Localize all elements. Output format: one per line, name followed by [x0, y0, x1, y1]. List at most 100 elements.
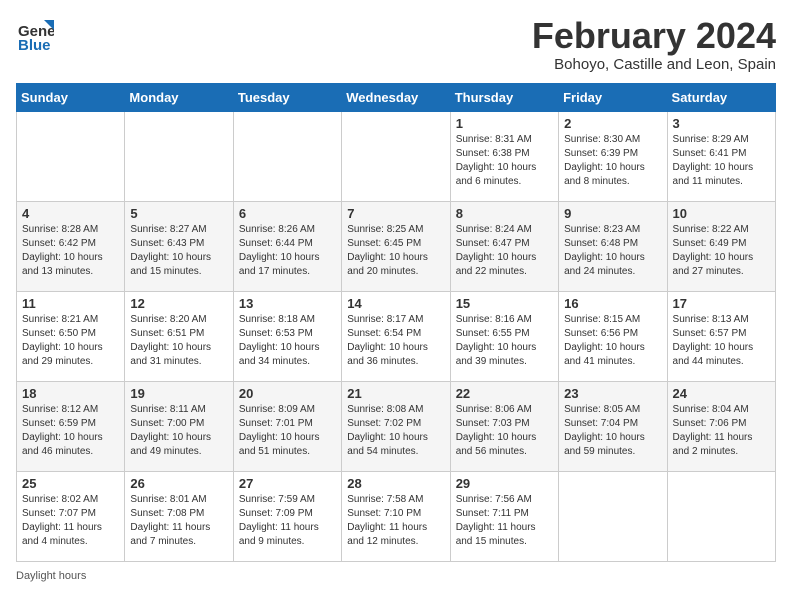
- day-number: 20: [239, 386, 336, 401]
- day-info: Sunrise: 7:59 AM Sunset: 7:09 PM Dayligh…: [239, 493, 336, 549]
- day-number: 11: [22, 296, 119, 311]
- calendar-week-row: 11Sunrise: 8:21 AM Sunset: 6:50 PM Dayli…: [17, 291, 776, 381]
- day-number: 26: [130, 476, 227, 491]
- day-number: 24: [673, 386, 770, 401]
- day-info: Sunrise: 8:05 AM Sunset: 7:04 PM Dayligh…: [564, 403, 661, 459]
- day-info: Sunrise: 8:24 AM Sunset: 6:47 PM Dayligh…: [456, 223, 553, 279]
- day-number: 13: [239, 296, 336, 311]
- calendar-cell: 28Sunrise: 7:58 AM Sunset: 7:10 PM Dayli…: [342, 471, 450, 561]
- day-info: Sunrise: 8:25 AM Sunset: 6:45 PM Dayligh…: [347, 223, 444, 279]
- day-info: Sunrise: 8:06 AM Sunset: 7:03 PM Dayligh…: [456, 403, 553, 459]
- day-number: 23: [564, 386, 661, 401]
- page-header: General Blue February 2024 Bohoyo, Casti…: [16, 16, 776, 73]
- day-info: Sunrise: 8:26 AM Sunset: 6:44 PM Dayligh…: [239, 223, 336, 279]
- day-number: 3: [673, 116, 770, 131]
- calendar-table: SundayMondayTuesdayWednesdayThursdayFrid…: [16, 83, 776, 562]
- calendar-cell: 27 Sunrise: 7:59 AM Sunset: 7:09 PM Dayli…: [233, 471, 341, 561]
- day-number: 1: [456, 116, 553, 131]
- day-number: 22: [456, 386, 553, 401]
- calendar-cell: 1Sunrise: 8:31 AM Sunset: 6:38 PM Daylig…: [450, 111, 558, 201]
- day-info: Sunrise: 8:13 AM Sunset: 6:57 PM Dayligh…: [673, 313, 770, 369]
- day-info: Sunrise: 8:16 AM Sunset: 6:55 PM Dayligh…: [456, 313, 553, 369]
- day-info: Sunrise: 8:08 AM Sunset: 7:02 PM Dayligh…: [347, 403, 444, 459]
- day-info: Sunrise: 8:20 AM Sunset: 6:51 PM Dayligh…: [130, 313, 227, 369]
- day-number: 9: [564, 206, 661, 221]
- svg-text:Blue: Blue: [18, 37, 51, 54]
- day-number: 10: [673, 206, 770, 221]
- day-of-week-header: Tuesday: [233, 83, 341, 111]
- location-subtitle: Bohoyo, Castille and Leon, Spain: [532, 56, 776, 73]
- calendar-week-row: 4 Sunrise: 8:28 AM Sunset: 6:42 PM Daylig…: [17, 201, 776, 291]
- calendar-cell: 29 Sunrise: 7:56 AM Sunset: 7:11 PM Dayli…: [450, 471, 558, 561]
- calendar-cell: [125, 111, 233, 201]
- calendar-cell: 23 Sunrise: 8:05 AM Sunset: 7:04 PM Dayli…: [559, 381, 667, 471]
- day-info: Sunrise: 8:22 AM Sunset: 6:49 PM Dayligh…: [673, 223, 770, 279]
- calendar-cell: 20Sunrise: 8:09 AM Sunset: 7:01 PM Dayli…: [233, 381, 341, 471]
- calendar-week-row: 1Sunrise: 8:31 AM Sunset: 6:38 PM Daylig…: [17, 111, 776, 201]
- calendar-week-row: 25Sunrise: 8:02 AM Sunset: 7:07 PM Dayli…: [17, 471, 776, 561]
- day-of-week-header: Sunday: [17, 83, 125, 111]
- day-of-week-header: Saturday: [667, 83, 775, 111]
- logo-image: General Blue: [16, 16, 54, 59]
- day-info: Sunrise: 8:18 AM Sunset: 6:53 PM Dayligh…: [239, 313, 336, 369]
- day-number: 7: [347, 206, 444, 221]
- day-info: Sunrise: 8:30 AM Sunset: 6:39 PM Dayligh…: [564, 133, 661, 189]
- days-header-row: SundayMondayTuesdayWednesdayThursdayFrid…: [17, 83, 776, 111]
- day-number: 16: [564, 296, 661, 311]
- calendar-week-row: 18 Sunrise: 8:12 AM Sunset: 6:59 PM Dayli…: [17, 381, 776, 471]
- day-number: 14: [347, 296, 444, 311]
- day-number: 27: [239, 476, 336, 491]
- day-number: 29: [456, 476, 553, 491]
- calendar-cell: 22 Sunrise: 8:06 AM Sunset: 7:03 PM Dayli…: [450, 381, 558, 471]
- day-info: Sunrise: 8:15 AM Sunset: 6:56 PM Dayligh…: [564, 313, 661, 369]
- day-info: Sunrise: 8:01 AM Sunset: 7:08 PM Dayligh…: [130, 493, 227, 549]
- calendar-cell: 19 Sunrise: 8:11 AM Sunset: 7:00 PM Dayli…: [125, 381, 233, 471]
- calendar-cell: 4 Sunrise: 8:28 AM Sunset: 6:42 PM Daylig…: [17, 201, 125, 291]
- calendar-cell: 13 Sunrise: 8:18 AM Sunset: 6:53 PM Dayli…: [233, 291, 341, 381]
- calendar-cell: 6 Sunrise: 8:26 AM Sunset: 6:44 PM Daylig…: [233, 201, 341, 291]
- calendar-cell: 3Sunrise: 8:29 AM Sunset: 6:41 PM Daylig…: [667, 111, 775, 201]
- day-number: 8: [456, 206, 553, 221]
- day-number: 6: [239, 206, 336, 221]
- calendar-cell: 24 Sunrise: 8:04 AM Sunset: 7:06 PM Dayli…: [667, 381, 775, 471]
- day-info: Sunrise: 8:28 AM Sunset: 6:42 PM Dayligh…: [22, 223, 119, 279]
- day-info: Sunrise: 8:17 AM Sunset: 6:54 PM Dayligh…: [347, 313, 444, 369]
- day-info: Sunrise: 8:11 AM Sunset: 7:00 PM Dayligh…: [130, 403, 227, 459]
- footer: Daylight hours: [16, 570, 776, 582]
- calendar-cell: 15 Sunrise: 8:16 AM Sunset: 6:55 PM Dayli…: [450, 291, 558, 381]
- calendar-cell: 2 Sunrise: 8:30 AM Sunset: 6:39 PM Daylig…: [559, 111, 667, 201]
- calendar-cell: 5 Sunrise: 8:27 AM Sunset: 6:43 PM Daylig…: [125, 201, 233, 291]
- day-info: Sunrise: 7:56 AM Sunset: 7:11 PM Dayligh…: [456, 493, 553, 549]
- day-number: 12: [130, 296, 227, 311]
- calendar-cell: [233, 111, 341, 201]
- title-block: February 2024 Bohoyo, Castille and Leon,…: [532, 16, 776, 73]
- calendar-cell: 7 Sunrise: 8:25 AM Sunset: 6:45 PM Daylig…: [342, 201, 450, 291]
- day-of-week-header: Thursday: [450, 83, 558, 111]
- logo: General Blue: [16, 16, 54, 59]
- day-number: 25: [22, 476, 119, 491]
- day-info: Sunrise: 8:04 AM Sunset: 7:06 PM Dayligh…: [673, 403, 770, 459]
- day-info: Sunrise: 7:58 AM Sunset: 7:10 PM Dayligh…: [347, 493, 444, 549]
- day-number: 5: [130, 206, 227, 221]
- day-number: 15: [456, 296, 553, 311]
- day-number: 21: [347, 386, 444, 401]
- day-info: Sunrise: 8:27 AM Sunset: 6:43 PM Dayligh…: [130, 223, 227, 279]
- day-number: 18: [22, 386, 119, 401]
- day-info: Sunrise: 8:12 AM Sunset: 6:59 PM Dayligh…: [22, 403, 119, 459]
- calendar-cell: 16 Sunrise: 8:15 AM Sunset: 6:56 PM Dayli…: [559, 291, 667, 381]
- calendar-cell: [342, 111, 450, 201]
- calendar-cell: 17Sunrise: 8:13 AM Sunset: 6:57 PM Dayli…: [667, 291, 775, 381]
- month-title: February 2024: [532, 16, 776, 56]
- day-of-week-header: Monday: [125, 83, 233, 111]
- calendar-cell: 26 Sunrise: 8:01 AM Sunset: 7:08 PM Dayli…: [125, 471, 233, 561]
- day-info: Sunrise: 8:23 AM Sunset: 6:48 PM Dayligh…: [564, 223, 661, 279]
- calendar-cell: [559, 471, 667, 561]
- day-number: 19: [130, 386, 227, 401]
- calendar-cell: 14 Sunrise: 8:17 AM Sunset: 6:54 PM Dayli…: [342, 291, 450, 381]
- daylight-label: Daylight hours: [16, 570, 86, 582]
- day-number: 2: [564, 116, 661, 131]
- calendar-cell: 25Sunrise: 8:02 AM Sunset: 7:07 PM Dayli…: [17, 471, 125, 561]
- calendar-cell: [17, 111, 125, 201]
- day-number: 4: [22, 206, 119, 221]
- day-of-week-header: Wednesday: [342, 83, 450, 111]
